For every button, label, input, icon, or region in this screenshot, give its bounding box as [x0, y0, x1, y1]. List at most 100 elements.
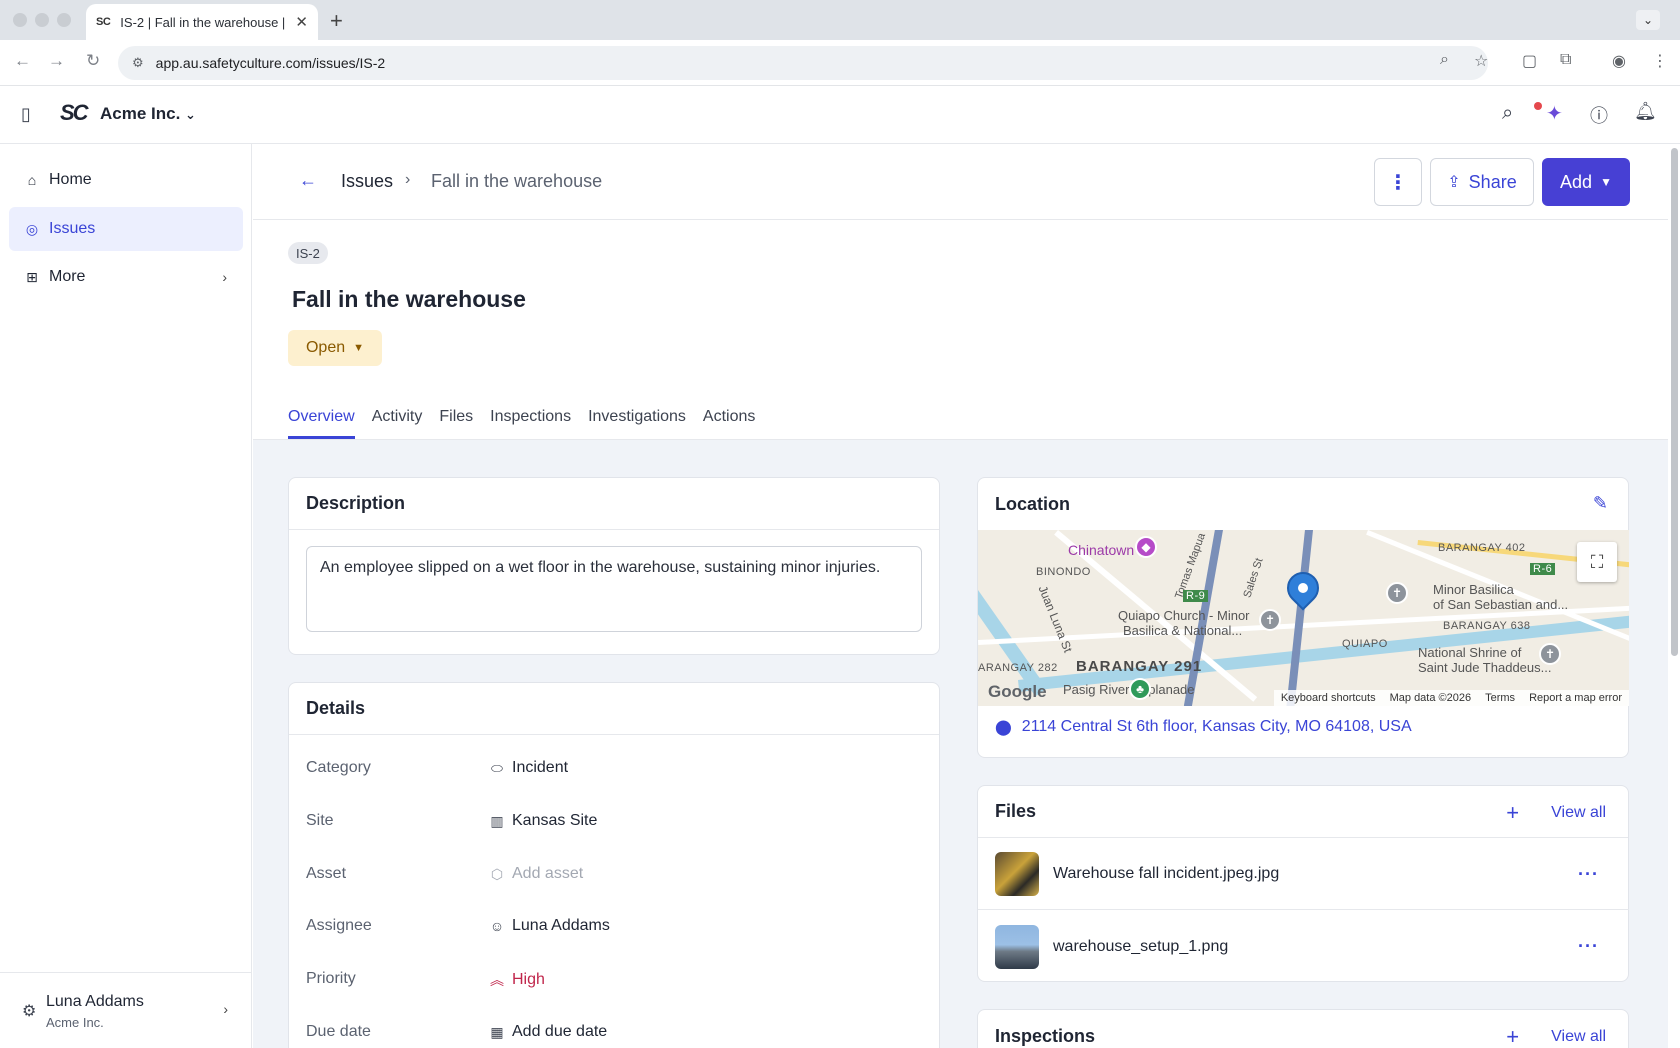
location-address-link[interactable]: ⬤ 2114 Central St 6th floor, Kansas City… — [995, 718, 1412, 736]
issue-title: Fall in the warehouse — [292, 286, 526, 312]
inspections-card: Inspections + View all — [977, 1009, 1629, 1048]
report-map-error-link[interactable]: Report a map error — [1529, 692, 1622, 704]
issues-icon: ◎ — [25, 220, 39, 237]
user-org: Acme Inc. — [46, 1015, 104, 1030]
zoom-icon[interactable]: ⌕ — [1440, 51, 1449, 69]
detail-value: Kansas Site — [512, 812, 598, 829]
user-menu[interactable]: ⚙ Luna Addams Acme Inc. › — [0, 972, 252, 1048]
address-text: 2114 Central St 6th floor, Kansas City, … — [1021, 718, 1412, 735]
add-button[interactable]: Add ▼ — [1542, 158, 1630, 206]
detail-row-asset: Asset ⬡ Add asset — [306, 865, 906, 889]
profile-icon[interactable]: ◉ — [1612, 51, 1626, 71]
status-dropdown[interactable]: Open ▼ — [288, 330, 382, 366]
chevron-down-icon: ⌄ — [185, 107, 196, 122]
address-bar[interactable]: ⚙ app.au.safetyculture.com/issues/IS-2 — [118, 46, 1488, 80]
breadcrumb-parent[interactable]: Issues — [341, 171, 393, 192]
sidebar-toggle-icon[interactable]: ▯ — [21, 104, 31, 125]
tab-inspections[interactable]: Inspections — [490, 408, 571, 439]
file-item[interactable]: Warehouse fall incident.jpeg.jpg ··· — [978, 839, 1629, 910]
back-arrow-icon[interactable]: ← — [299, 170, 317, 191]
description-field[interactable]: An employee slipped on a wet floor in th… — [306, 546, 922, 632]
map-label: Chinatown — [1068, 542, 1135, 558]
ai-sparkle-icon[interactable]: ✦ — [1546, 101, 1563, 126]
window-zoom-button[interactable] — [57, 13, 71, 27]
file-item[interactable]: warehouse_setup_1.png ··· — [978, 911, 1629, 982]
location-pin-icon — [1280, 565, 1326, 611]
file-more-icon[interactable]: ··· — [1578, 936, 1599, 957]
notification-dot — [1534, 102, 1542, 110]
assignee-value[interactable]: ☺ Luna Addams — [488, 917, 610, 935]
forward-icon[interactable]: → — [48, 51, 65, 71]
sidebar-item-label: Home — [49, 171, 92, 188]
home-icon: ⌂ — [27, 172, 37, 188]
screenshot-icon[interactable]: ▢ — [1522, 51, 1537, 71]
chevron-down-icon: ▼ — [353, 342, 365, 354]
main-scrollbar[interactable] — [1669, 144, 1680, 1048]
files-view-all-link[interactable]: View all — [1551, 804, 1606, 822]
tab-close-icon[interactable]: ✕ — [295, 13, 308, 31]
browser-menu-icon[interactable]: ⋮ — [1652, 51, 1668, 71]
tab-overview[interactable]: Overview — [288, 408, 355, 439]
reload-icon[interactable]: ↻ — [86, 51, 100, 71]
scrollbar-thumb[interactable] — [1671, 148, 1678, 656]
category-value[interactable]: ⬭ Incident — [488, 759, 568, 777]
issue-id-badge: IS-2 — [288, 242, 328, 264]
tab-investigations[interactable]: Investigations — [588, 408, 686, 439]
add-asset-button[interactable]: ⬡ Add asset — [488, 865, 583, 883]
map-rail — [1286, 530, 1313, 706]
map-pin-icon: ⬤ — [995, 719, 1012, 736]
fullscreen-icon[interactable]: ⛶ — [1577, 542, 1617, 582]
extensions-icon[interactable]: ⧉ — [1560, 51, 1571, 69]
new-tab-icon[interactable]: + — [330, 8, 343, 34]
url-text: app.au.safetyculture.com/issues/IS-2 — [155, 55, 386, 71]
cube-icon: ⬡ — [490, 865, 504, 882]
sidebar-item-home[interactable]: ⌂ Home — [9, 158, 243, 202]
window-close-button[interactable] — [13, 13, 27, 27]
more-options-button[interactable]: ⋮ — [1374, 158, 1422, 206]
detail-value: Add asset — [512, 865, 584, 882]
tab-files[interactable]: Files — [439, 408, 473, 439]
keyboard-shortcuts-link[interactable]: Keyboard shortcuts — [1281, 692, 1376, 704]
site-value[interactable]: ▥ Kansas Site — [488, 812, 597, 830]
description-card: Description An employee slipped on a wet… — [288, 477, 940, 655]
location-card: Location ✎ Chinatown BINONDO Quiapo Chur… — [977, 477, 1629, 758]
issue-tabs: Overview Activity Files Inspections Inve… — [288, 408, 772, 439]
tag-icon: ⬭ — [491, 759, 503, 776]
tab-activity[interactable]: Activity — [372, 408, 423, 439]
add-due-date-button[interactable]: ▦ Add due date — [488, 1023, 607, 1041]
file-name: warehouse_setup_1.png — [1053, 937, 1229, 955]
inspections-actions: + View all — [1506, 1024, 1606, 1048]
search-icon[interactable]: ⌕ — [1502, 102, 1513, 125]
org-name: Acme Inc. — [100, 104, 181, 123]
terms-link[interactable]: Terms — [1485, 692, 1515, 704]
window-minimize-button[interactable] — [35, 13, 49, 27]
bookmark-star-icon[interactable]: ☆ — [1474, 51, 1488, 71]
inspections-view-all-link[interactable]: View all — [1551, 1028, 1606, 1046]
file-more-icon[interactable]: ··· — [1578, 864, 1599, 885]
map-attribution: Keyboard shortcuts Map data ©2026 Terms … — [1273, 690, 1629, 706]
tab-actions[interactable]: Actions — [703, 408, 755, 439]
files-title: Files — [995, 801, 1037, 821]
share-button[interactable]: ⇪ Share — [1430, 158, 1534, 206]
detail-label: Due date — [306, 1023, 371, 1040]
detail-value: High — [512, 971, 545, 988]
detail-label: Asset — [306, 865, 347, 882]
add-inspection-icon[interactable]: + — [1506, 1024, 1519, 1048]
add-file-icon[interactable]: + — [1506, 800, 1519, 826]
back-icon[interactable]: ← — [14, 51, 31, 71]
location-map[interactable]: Chinatown BINONDO Quiapo Church - Minor … — [978, 530, 1629, 706]
files-actions: + View all — [1506, 800, 1606, 826]
edit-pencil-icon[interactable]: ✎ — [1593, 493, 1608, 514]
priority-value[interactable]: ︽ High — [488, 970, 545, 990]
detail-row-due-date: Due date ▦ Add due date — [306, 1023, 906, 1047]
sidebar-item-more[interactable]: ⊞ More › — [9, 255, 243, 299]
sidebar-item-issues[interactable]: ◎ Issues — [9, 207, 243, 251]
tab-search-icon[interactable]: ⌄ — [1636, 10, 1660, 30]
org-switcher[interactable]: Acme Inc. ⌄ — [100, 104, 196, 124]
breadcrumb: ← Issues › Fall in the warehouse ⋮ ⇪ Sha… — [253, 144, 1668, 220]
help-icon[interactable]: ⓘ — [1590, 102, 1608, 128]
site-info-icon[interactable]: ⚙ — [132, 55, 144, 71]
browser-tab[interactable]: SC IS-2 | Fall in the warehouse | ✕ — [86, 4, 318, 40]
notifications-bell-icon[interactable]: 🔔︎ — [1634, 101, 1657, 122]
map-label: BINONDO — [1036, 566, 1091, 578]
